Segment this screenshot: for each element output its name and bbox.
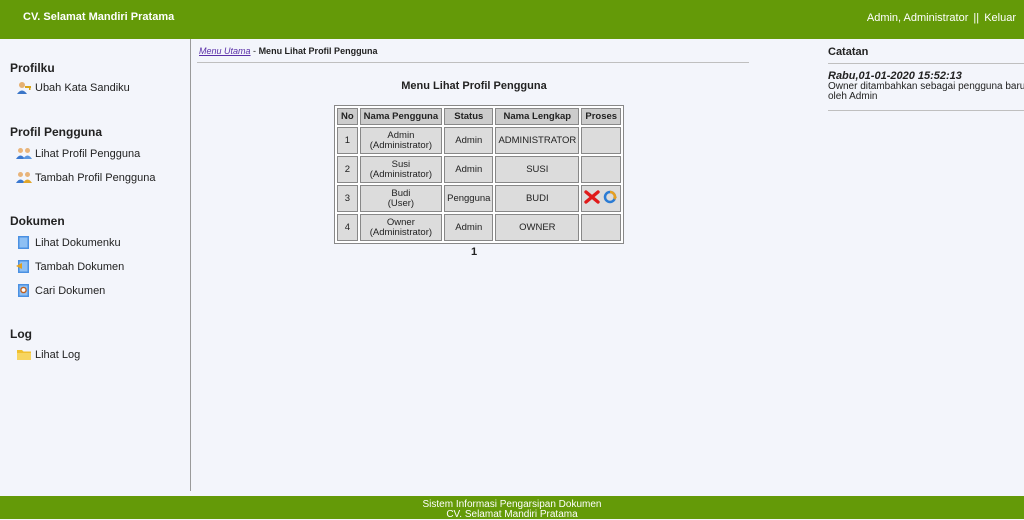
cell-no: 1	[337, 127, 358, 154]
breadcrumb-current: Menu Lihat Profil Pengguna	[258, 46, 378, 56]
table-row: 3 Budi (User) Pengguna BUDI	[337, 185, 622, 212]
user-separator: ||	[973, 12, 980, 24]
main-content: Menu Utama - Menu Lihat Profil Pengguna …	[191, 39, 811, 491]
sidebar-item-label: Cari Dokumen	[35, 284, 106, 297]
user-name: Admin	[387, 129, 415, 141]
cell-proses	[581, 185, 622, 212]
section-title-log: Log	[10, 327, 32, 341]
sidebar-item-label: Lihat Profil Pengguna	[35, 147, 141, 160]
section-title-profilku: Profilku	[10, 61, 55, 75]
user-info: Admin, Administrator || Keluar	[867, 12, 1016, 24]
cell-status: Pengguna	[444, 185, 494, 212]
divider	[828, 63, 1024, 64]
cell-no: 2	[337, 156, 358, 183]
users-table: No Nama Pengguna Status Nama Lengkap Pro…	[334, 105, 625, 244]
cell-status: Admin	[444, 214, 494, 241]
user-role: (Administrator)	[369, 139, 433, 151]
app-title: CV. Selamat Mandiri Pratama	[23, 11, 175, 23]
cell-nama-pengguna: Admin (Administrator)	[359, 127, 443, 154]
sidebar: Profilku Ubah Kata Sandiku Profil Penggu…	[0, 39, 191, 491]
refresh-icon[interactable]	[602, 190, 618, 207]
breadcrumb: Menu Utama - Menu Lihat Profil Pengguna	[199, 46, 378, 56]
logout-link[interactable]: Keluar	[984, 12, 1016, 24]
sidebar-item-tambah-dokumen[interactable]: Tambah Dokumen	[16, 260, 124, 273]
document-icon	[16, 236, 32, 249]
breadcrumb-home-link[interactable]: Menu Utama	[199, 46, 251, 56]
table-row: 4 Owner (Administrator) Admin OWNER	[337, 214, 622, 241]
user-key-icon	[16, 81, 32, 94]
user-role: (User)	[387, 197, 415, 209]
column-header-no: No	[337, 108, 358, 125]
users-add-icon	[16, 171, 32, 184]
cell-nama-pengguna: Susi (Administrator)	[359, 156, 443, 183]
breadcrumb-separator: -	[253, 46, 257, 56]
page-number[interactable]: 1	[191, 246, 757, 258]
column-header-nama-pengguna: Nama Pengguna	[359, 108, 443, 125]
cell-proses	[581, 127, 622, 154]
sidebar-item-cari-dokumen[interactable]: Cari Dokumen	[16, 284, 105, 297]
folder-icon	[16, 348, 32, 361]
users-table-body: 1 Admin (Administrator) Admin ADMINISTRATOR 2…	[337, 127, 622, 241]
user-name: Budi	[391, 187, 411, 199]
notes-panel: Catatan Rabu,01-01-2020 15:52:13 Owner d…	[812, 39, 1024, 491]
section-title-profil-pengguna: Profil Pengguna	[10, 125, 103, 139]
sidebar-item-tambah-profil-pengguna[interactable]: Tambah Profil Pengguna	[16, 171, 155, 184]
top-bar: CV. Selamat Mandiri Pratama Admin, Admin…	[0, 0, 1024, 39]
footer: Sistem Informasi Pengarsipan Dokumen CV.…	[0, 496, 1024, 520]
delete-icon[interactable]	[584, 190, 600, 207]
section-title-dokumen: Dokumen	[10, 214, 65, 228]
column-header-proses: Proses	[581, 108, 622, 125]
sidebar-item-lihat-profil-pengguna[interactable]: Lihat Profil Pengguna	[16, 147, 140, 160]
cell-proses	[581, 156, 622, 183]
cell-no: 3	[337, 185, 358, 212]
user-name: Admin, Administrator	[866, 12, 969, 24]
user-name: Owner	[386, 216, 415, 228]
table-header-row: No Nama Pengguna Status Nama Lengkap Pro…	[337, 108, 622, 125]
table-row: 2 Susi (Administrator) Admin SUSI	[337, 156, 622, 183]
users-icon	[16, 147, 32, 160]
cell-proses	[581, 214, 622, 241]
divider	[197, 62, 749, 63]
cell-nama-pengguna: Owner (Administrator)	[359, 214, 443, 241]
column-header-nama-lengkap: Nama Lengkap	[495, 108, 580, 125]
document-search-icon	[16, 284, 32, 297]
user-name: Susi	[391, 158, 411, 170]
cell-nama-lengkap: BUDI	[495, 185, 580, 212]
sidebar-item-lihat-log[interactable]: Lihat Log	[16, 348, 80, 361]
note-text: Owner ditambahkan sebagai pengguna baru …	[828, 81, 1024, 102]
sidebar-item-label: Lihat Dokumenku	[35, 236, 121, 249]
column-header-status: Status	[444, 108, 494, 125]
footer-line-1: Sistem Informasi Pengarsipan Dokumen	[422, 499, 602, 510]
notes-title: Catatan	[828, 46, 869, 58]
document-add-icon	[16, 260, 32, 273]
sidebar-item-label: Lihat Log	[35, 348, 81, 361]
user-role: (Administrator)	[369, 226, 433, 238]
cell-status: Admin	[444, 156, 494, 183]
cell-nama-lengkap: SUSI	[495, 156, 580, 183]
cell-nama-lengkap: OWNER	[495, 214, 580, 241]
cell-status: Admin	[444, 127, 494, 154]
cell-nama-pengguna: Budi (User)	[359, 185, 443, 212]
cell-no: 4	[337, 214, 358, 241]
sidebar-item-lihat-dokumenku[interactable]: Lihat Dokumenku	[16, 236, 121, 249]
sidebar-item-label: Tambah Dokumen	[35, 260, 125, 273]
divider	[828, 110, 1024, 111]
page-title: Menu Lihat Profil Pengguna	[401, 80, 547, 92]
cell-nama-lengkap: ADMINISTRATOR	[495, 127, 580, 154]
user-role: (Administrator)	[369, 168, 433, 180]
table-row: 1 Admin (Administrator) Admin ADMINISTRATOR	[337, 127, 622, 154]
sidebar-item-label: Tambah Profil Pengguna	[35, 171, 156, 184]
sidebar-item-ubah-kata-sandi[interactable]: Ubah Kata Sandiku	[16, 81, 130, 94]
sidebar-item-label: Ubah Kata Sandiku	[35, 81, 130, 94]
